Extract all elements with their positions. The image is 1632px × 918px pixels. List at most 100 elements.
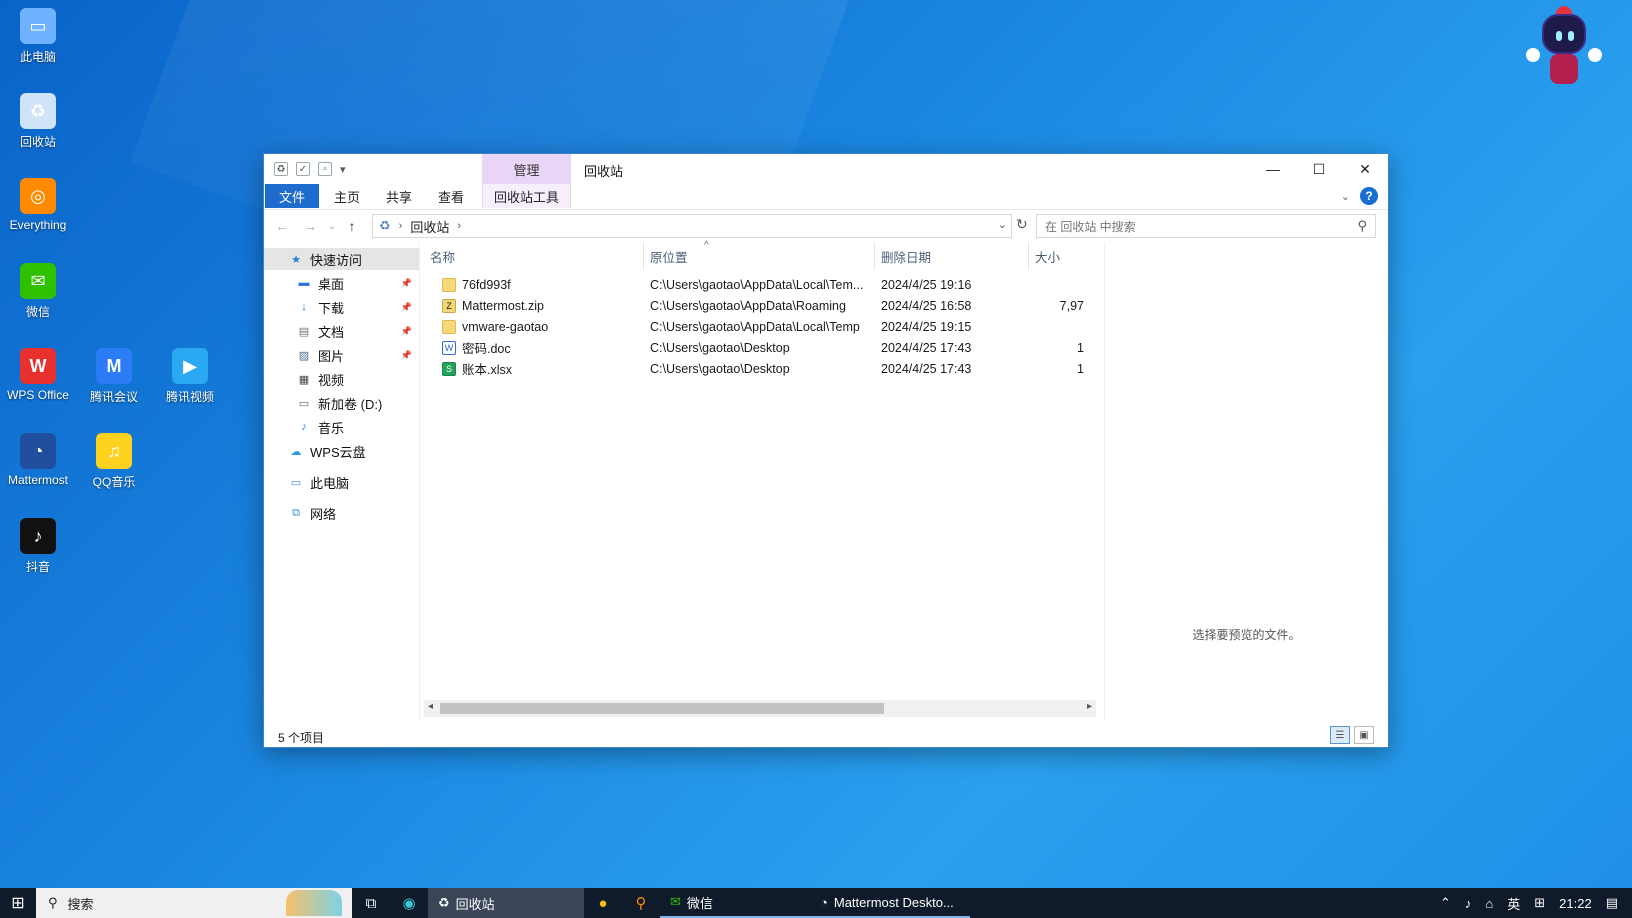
forward-button[interactable]: →	[300, 216, 320, 236]
keyboard-grid-icon[interactable]: ⊞	[1534, 895, 1545, 911]
details-view-icon[interactable]: ☰	[1330, 726, 1350, 744]
sidebar-item-this-pc[interactable]: ▭ 此电脑	[264, 471, 419, 493]
column-header-date-deleted[interactable]: 删除日期	[875, 242, 1029, 270]
show-hidden-icons-icon[interactable]: ⌃	[1440, 895, 1451, 911]
title-bar[interactable]: ♻ ✓ ▫ ▾ 管理 回收站 — ☐ ✕	[264, 154, 1388, 184]
file-row[interactable]: W 密码.doc C:\Users\gaotao\Desktop 2024/4/25 …	[424, 337, 1084, 358]
app-icon: ♻	[20, 93, 56, 129]
desktop-mascot-widget[interactable]	[1520, 4, 1604, 98]
expand-ribbon-icon[interactable]: ⌄	[1341, 190, 1350, 203]
desktop-shortcut[interactable]: ▭ 此电脑	[0, 8, 76, 65]
volume-muted-icon[interactable]: ♪	[1465, 896, 1472, 911]
scrollbar-thumb[interactable]	[440, 703, 884, 714]
taskbar-app-mattermost[interactable]: ◔ Mattermost Deskto...	[810, 888, 970, 918]
column-header-original-location[interactable]: 原位置	[644, 242, 875, 270]
desktop-shortcut[interactable]: W WPS Office	[0, 348, 76, 402]
qat-dropdown-icon[interactable]: ▾	[340, 163, 346, 176]
address-dropdown-icon[interactable]: ⌄	[998, 218, 1007, 231]
sidebar-item-quick-access[interactable]: ★ 快速访问	[264, 248, 419, 270]
pin-icon[interactable]: 📌	[401, 326, 412, 337]
search-icon[interactable]: ⚲	[1357, 218, 1367, 234]
pin-icon[interactable]: 📌	[401, 278, 412, 289]
desktop-shortcut[interactable]: ◎ Everything	[0, 178, 76, 232]
tab-recycle-bin-tools[interactable]: 回收站工具	[482, 184, 571, 208]
pin-icon[interactable]: 📌	[401, 350, 412, 361]
desktop-shortcut[interactable]: M 腾讯会议	[76, 348, 152, 405]
manage-context-tab[interactable]: 管理	[482, 154, 571, 184]
chrome-browser-icon[interactable]: ●	[584, 888, 622, 918]
notification-icon[interactable]: ▤	[1606, 895, 1618, 911]
taskbar-app-wechat[interactable]: ✉ 微信	[660, 888, 810, 918]
desktop-shortcut[interactable]: ♻ 回收站	[0, 93, 76, 150]
desktop-shortcut[interactable]: ▶ 腾讯视频	[152, 348, 228, 405]
tab-share[interactable]: 共享	[372, 184, 426, 208]
desktop-shortcut[interactable]: ♫ QQ音乐	[76, 433, 152, 490]
folder-icon	[442, 277, 456, 292]
recycle-bin-explorer-window: ♻ ✓ ▫ ▾ 管理 回收站 — ☐ ✕ 文件 主页 共享 查看 回收站工具 ⌄…	[263, 153, 1389, 748]
close-button[interactable]: ✕	[1342, 154, 1388, 184]
clock[interactable]: 21:22	[1559, 896, 1592, 911]
column-header-size[interactable]: 大小	[1029, 242, 1084, 270]
file-row[interactable]: vmware-gaotao C:\Users\gaotao\AppData\Loc…	[424, 316, 1084, 337]
desktop-shortcut[interactable]: ◔ Mattermost	[0, 433, 76, 487]
input-method-indicator[interactable]: 英	[1507, 894, 1520, 913]
horizontal-scrollbar[interactable]: ◂ ▸	[424, 700, 1096, 717]
sidebar-item[interactable]: ▤ 文档 📌	[264, 320, 419, 342]
network-icon[interactable]: ⌂	[1485, 896, 1493, 911]
taskbar-app-label: 回收站	[455, 896, 495, 912]
taskbar-search-box[interactable]: ⚲ 搜索	[36, 888, 352, 918]
help-icon[interactable]: ?	[1360, 187, 1378, 205]
desktop-shortcut-label: 腾讯会议	[89, 390, 138, 404]
back-button[interactable]: ←	[272, 216, 292, 236]
pin-icon[interactable]: 📌	[401, 302, 412, 313]
recent-locations-icon[interactable]: ⌄	[322, 216, 342, 236]
tab-home[interactable]: 主页	[320, 184, 374, 208]
scroll-left-icon[interactable]: ◂	[428, 701, 433, 712]
scroll-right-icon[interactable]: ▸	[1087, 701, 1092, 712]
tab-view[interactable]: 查看	[424, 184, 478, 208]
windows-start-icon[interactable]: ⊞	[0, 888, 36, 918]
search-input[interactable]: 在 回收站 中搜索 ⚲	[1036, 214, 1376, 238]
up-button[interactable]: ↑	[342, 216, 362, 236]
tab-file[interactable]: 文件	[265, 184, 319, 208]
task-view-icon[interactable]: ⧉	[352, 888, 390, 918]
column-header-name[interactable]: 名称	[424, 242, 644, 270]
large-icons-view-icon[interactable]: ▣	[1354, 726, 1374, 744]
file-row[interactable]: S 账本.xlsx C:\Users\gaotao\Desktop 2024/4/25…	[424, 358, 1084, 379]
address-recycle-icon: ♻	[379, 218, 391, 233]
mascot-hand-left	[1526, 48, 1540, 62]
sidebar-item-label: 图片	[318, 348, 345, 364]
recycle-bin-small-icon: ♻	[274, 162, 288, 176]
sidebar-item[interactable]: ▬ 桌面 📌	[264, 272, 419, 294]
desktop-icon: ▬	[298, 277, 310, 289]
address-bar[interactable]: ♻ › 回收站 › ⌄	[372, 214, 1012, 238]
sidebar-item[interactable]: ▭ 新加卷 (D:)	[264, 392, 419, 414]
desktop-shortcut[interactable]: ♪ 抖音	[0, 518, 76, 575]
file-name-cell: Z Mattermost.zip	[442, 295, 642, 316]
properties-icon[interactable]: ✓	[296, 162, 310, 176]
maximize-button[interactable]: ☐	[1296, 154, 1342, 184]
everything-search-icon[interactable]: ⚲	[622, 888, 660, 918]
desktop-shortcut-label: QQ音乐	[92, 475, 136, 489]
file-row[interactable]: 76fd993f C:\Users\gaotao\AppData\Local\Te…	[424, 274, 1084, 295]
item-count: 5 个项目	[278, 731, 325, 745]
desktop-shortcut-label: Everything	[9, 218, 67, 232]
file-row[interactable]: Z Mattermost.zip C:\Users\gaotao\AppData\R…	[424, 295, 1084, 316]
taskbar-app-recycle-bin[interactable]: ♻ 回收站	[428, 888, 584, 918]
sidebar-item[interactable]: ♪ 音乐	[264, 416, 419, 438]
sidebar-item-wps-cloud[interactable]: ☁ WPS云盘	[264, 440, 419, 462]
sidebar-item[interactable]: ↓ 下载 📌	[264, 296, 419, 318]
file-name-cell: 76fd993f	[442, 274, 642, 295]
desktop-shortcut[interactable]: ✉ 微信	[0, 263, 76, 320]
minimize-button[interactable]: —	[1250, 154, 1296, 184]
breadcrumb-recycle-bin[interactable]: 回收站	[410, 217, 449, 236]
file-name: 76fd993f	[462, 277, 511, 292]
sidebar-item-network[interactable]: ⧉ 网络	[264, 502, 419, 524]
edge-browser-icon[interactable]: ◉	[390, 888, 428, 918]
refresh-icon[interactable]: ↻	[1016, 216, 1028, 233]
breadcrumb-chevron-icon[interactable]: ›	[399, 220, 403, 232]
sidebar-item[interactable]: ▨ 图片 📌	[264, 344, 419, 366]
new-folder-icon[interactable]: ▫	[318, 162, 332, 176]
sidebar-item[interactable]: ▦ 视频	[264, 368, 419, 390]
breadcrumb-chevron-icon[interactable]: ›	[457, 220, 461, 232]
